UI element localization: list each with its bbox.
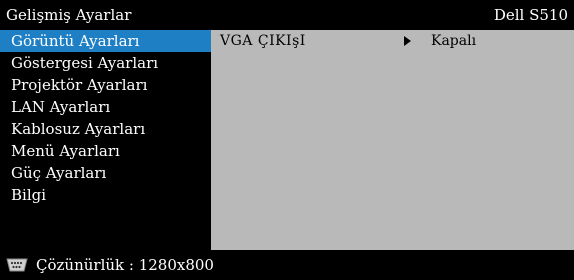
resolution-status: Çözünürlük : 1280x800 — [36, 256, 214, 274]
menu-item-kablosuz-ayarlari[interactable]: Kablosuz Ayarları — [0, 118, 211, 140]
menu-title: Gelişmiş Ayarlar — [6, 5, 132, 24]
projector-osd: Gelişmiş Ayarlar Dell S510 Görüntü Ayarl… — [0, 0, 574, 280]
setting-label: VGA ÇIKIşI — [220, 33, 306, 49]
right-arrow-icon[interactable] — [404, 36, 411, 46]
title-bar: Gelişmiş Ayarlar Dell S510 — [0, 0, 574, 29]
menu-item-guc-ayarlari[interactable]: Güç Ayarları — [0, 162, 211, 184]
settings-menu: Görüntü Ayarları Göstergesi Ayarları Pro… — [0, 30, 211, 250]
menu-item-menu-ayarlari[interactable]: Menü Ayarları — [0, 140, 211, 162]
menu-item-gostergesi-ayarlari[interactable]: Göstergesi Ayarları — [0, 52, 211, 74]
vga-connector-icon — [6, 258, 28, 272]
settings-panel: VGA ÇIKIşI Kapalı — [211, 30, 574, 250]
setting-row-vga-output[interactable]: VGA ÇIKIşI Kapalı — [211, 30, 574, 52]
setting-value[interactable]: Kapalı — [431, 30, 476, 52]
menu-item-projektor-ayarlari[interactable]: Projektör Ayarları — [0, 74, 211, 96]
status-bar: Çözünürlük : 1280x800 — [0, 250, 574, 280]
menu-item-bilgi[interactable]: Bilgi — [0, 184, 211, 206]
menu-item-lan-ayarlari[interactable]: LAN Ayarları — [0, 96, 211, 118]
menu-item-goruntu-ayarlari[interactable]: Görüntü Ayarları — [0, 30, 211, 52]
projector-model: Dell S510 — [493, 5, 568, 24]
